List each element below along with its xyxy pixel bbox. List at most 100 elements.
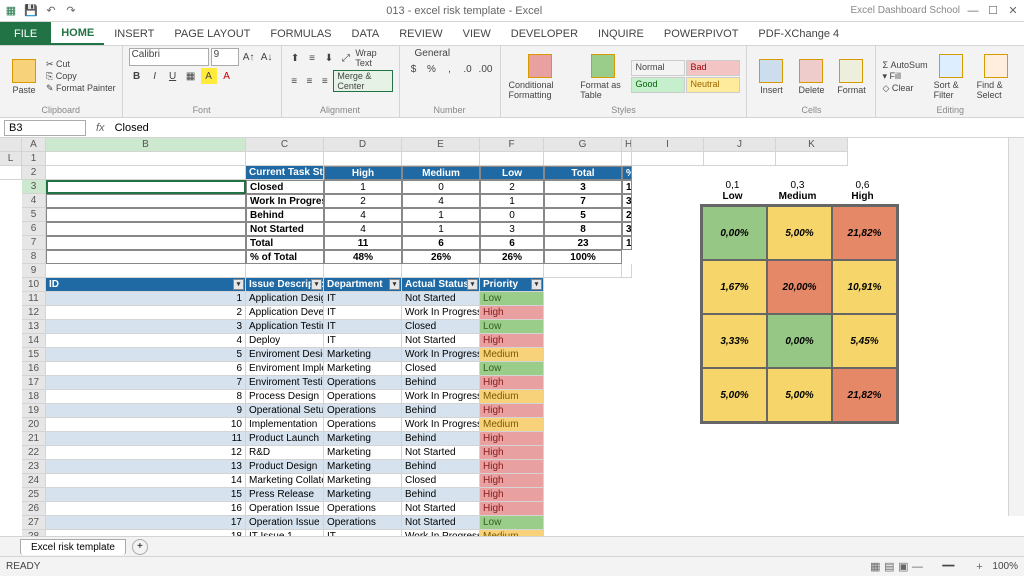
delete-cells-button[interactable]: Delete xyxy=(793,57,829,97)
menu-tab-view[interactable]: VIEW xyxy=(453,22,501,45)
menu-tab-home[interactable]: HOME xyxy=(51,22,104,45)
row-header-25[interactable]: 25 xyxy=(22,488,46,502)
decrease-font-icon[interactable]: A↓ xyxy=(259,49,275,65)
menu-tab-review[interactable]: REVIEW xyxy=(389,22,452,45)
menu-tab-insert[interactable]: INSERT xyxy=(104,22,164,45)
align-middle-icon[interactable]: ≡ xyxy=(305,50,320,66)
menu-tab-powerpivot[interactable]: POWERPIVOT xyxy=(654,22,749,45)
filter-button[interactable]: ▾ xyxy=(311,279,322,290)
orientation-icon[interactable]: ⤢ xyxy=(338,50,353,66)
add-sheet-button[interactable]: + xyxy=(132,539,148,555)
col-header-G[interactable]: G xyxy=(544,138,622,152)
zoom-out-button[interactable]: — xyxy=(910,560,924,574)
clear-button[interactable]: ◇ Clear xyxy=(882,83,927,94)
row-header-2[interactable]: 2 xyxy=(22,166,46,180)
format-painter-button[interactable]: ✎ Format Painter xyxy=(46,83,116,94)
row-header-15[interactable]: 15 xyxy=(22,348,46,362)
fill-color-button[interactable]: A xyxy=(201,68,217,84)
align-bottom-icon[interactable]: ⬇ xyxy=(321,50,336,66)
save-icon[interactable]: 💾 xyxy=(24,4,38,18)
filter-button[interactable]: ▾ xyxy=(467,279,478,290)
fx-icon[interactable]: fx xyxy=(90,122,111,134)
row-header-27[interactable]: 27 xyxy=(22,516,46,530)
view-break-icon[interactable]: ▣ xyxy=(896,560,910,574)
copy-button[interactable]: ⎘ Copy xyxy=(46,71,116,82)
redo-icon[interactable]: ↷ xyxy=(64,4,78,18)
row-header-22[interactable]: 22 xyxy=(22,446,46,460)
menu-tab-page-layout[interactable]: PAGE LAYOUT xyxy=(164,22,260,45)
cell-styles-gallery[interactable]: Normal Bad Good Neutral xyxy=(631,60,740,93)
zoom-level[interactable]: 100% xyxy=(992,561,1018,572)
file-menu[interactable]: FILE xyxy=(0,22,51,45)
merge-center-button[interactable]: Merge & Center xyxy=(333,70,392,92)
font-name-select[interactable]: Calibri xyxy=(129,48,209,66)
decrease-decimal-icon[interactable]: .00 xyxy=(478,61,494,77)
row-header-14[interactable]: 14 xyxy=(22,334,46,348)
filter-button[interactable]: ▾ xyxy=(233,279,244,290)
row-header-1[interactable]: 1 xyxy=(22,152,46,166)
col-header-K[interactable]: K xyxy=(776,138,848,152)
view-layout-icon[interactable]: ▤ xyxy=(882,560,896,574)
view-normal-icon[interactable]: ▦ xyxy=(868,560,882,574)
number-format-select[interactable]: General xyxy=(415,48,485,59)
row-header-18[interactable]: 18 xyxy=(22,390,46,404)
row-header-23[interactable]: 23 xyxy=(22,460,46,474)
font-size-select[interactable]: 9 xyxy=(211,48,239,66)
select-all[interactable] xyxy=(0,138,22,152)
underline-button[interactable]: U xyxy=(165,68,181,84)
format-as-table-button[interactable]: Format as Table xyxy=(578,52,627,102)
currency-icon[interactable]: $ xyxy=(406,61,422,77)
col-header-A[interactable]: A xyxy=(22,138,46,152)
autosum-button[interactable]: Σ AutoSum xyxy=(882,60,927,70)
menu-tab-pdf-xchange-4[interactable]: PDF-XChange 4 xyxy=(748,22,849,45)
col-header-B[interactable]: B xyxy=(46,138,246,152)
row-header-21[interactable]: 21 xyxy=(22,432,46,446)
row-header-10[interactable]: 10 xyxy=(22,278,46,292)
row-header-6[interactable]: 6 xyxy=(22,222,46,236)
row-header-9[interactable]: 9 xyxy=(22,264,46,278)
table-col-header[interactable]: Actual Status▾ xyxy=(402,278,480,292)
border-button[interactable]: ▦ xyxy=(183,68,199,84)
paste-button[interactable]: Paste xyxy=(6,57,42,97)
table-col-header[interactable]: Issue Description▾ xyxy=(246,278,324,292)
sheet-tab-active[interactable]: Excel risk template xyxy=(20,539,126,555)
wrap-text-button[interactable]: Wrap Text xyxy=(355,48,392,68)
row-header-3[interactable]: 3 xyxy=(22,180,46,194)
row-header-16[interactable]: 16 xyxy=(22,362,46,376)
fill-button[interactable]: ▾ Fill xyxy=(882,71,927,82)
row-header-17[interactable]: 17 xyxy=(22,376,46,390)
maximize-icon[interactable]: ☐ xyxy=(986,4,1000,18)
col-header-H[interactable]: H xyxy=(622,138,632,152)
menu-tab-data[interactable]: DATA xyxy=(342,22,390,45)
bold-button[interactable]: B xyxy=(129,68,145,84)
minimize-icon[interactable]: — xyxy=(966,4,980,18)
col-header-I[interactable]: I xyxy=(632,138,704,152)
col-header-D[interactable]: D xyxy=(324,138,402,152)
col-header-C[interactable]: C xyxy=(246,138,324,152)
close-icon[interactable]: ✕ xyxy=(1006,4,1020,18)
find-select-button[interactable]: Find & Select xyxy=(975,52,1018,102)
col-header-E[interactable]: E xyxy=(402,138,480,152)
filter-button[interactable]: ▾ xyxy=(531,279,542,290)
row-header-13[interactable]: 13 xyxy=(22,320,46,334)
align-left-icon[interactable]: ≡ xyxy=(288,73,301,89)
menu-tab-inquire[interactable]: INQUIRE xyxy=(588,22,654,45)
row-header-24[interactable]: 24 xyxy=(22,474,46,488)
table-col-header[interactable]: Priority▾ xyxy=(480,278,544,292)
row-header-12[interactable]: 12 xyxy=(22,306,46,320)
insert-cells-button[interactable]: Insert xyxy=(753,57,789,97)
align-right-icon[interactable]: ≡ xyxy=(318,73,331,89)
align-center-icon[interactable]: ≡ xyxy=(303,73,316,89)
col-header-F[interactable]: F xyxy=(480,138,544,152)
row-header-5[interactable]: 5 xyxy=(22,208,46,222)
col-header-L[interactable]: L xyxy=(0,152,22,166)
formula-input[interactable]: Closed xyxy=(111,122,1024,134)
sort-filter-button[interactable]: Sort & Filter xyxy=(932,52,971,102)
row-header-20[interactable]: 20 xyxy=(22,418,46,432)
increase-font-icon[interactable]: A↑ xyxy=(241,49,257,65)
table-col-header[interactable]: Department▾ xyxy=(324,278,402,292)
zoom-in-button[interactable]: + xyxy=(972,560,986,574)
increase-decimal-icon[interactable]: .0 xyxy=(460,61,476,77)
account-label[interactable]: Excel Dashboard School xyxy=(850,5,960,16)
worksheet[interactable]: ABCDEFGHIJKL12Current Task Status / Prio… xyxy=(0,138,1024,556)
